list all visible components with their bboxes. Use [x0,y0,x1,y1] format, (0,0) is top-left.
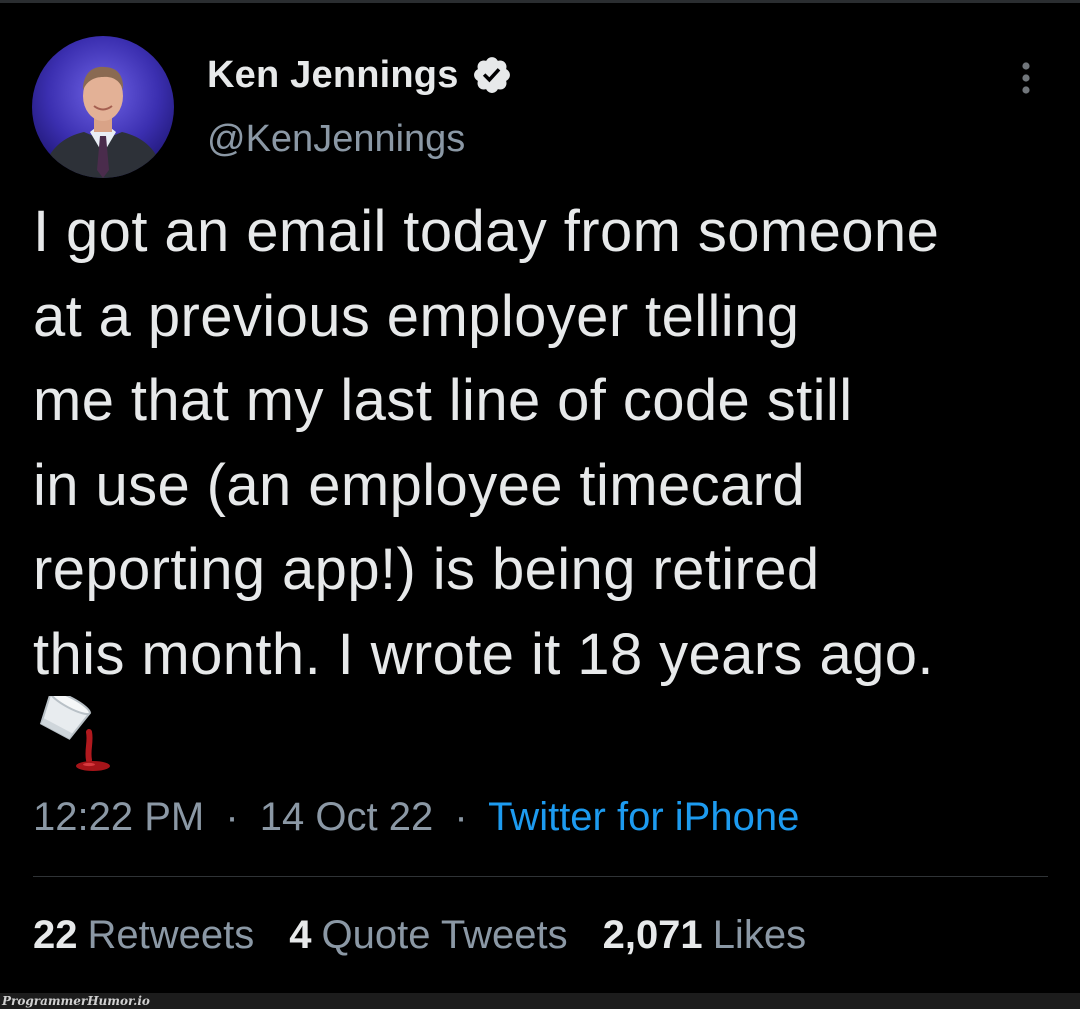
spilled-drink-icon [33,690,113,774]
tweet-text-line: at a previous employer telling [33,283,800,349]
quote-tweets-label: Quote Tweets [321,913,568,957]
watermark-text: ProgrammerHumor.io [2,994,150,1008]
meta-separator: · [454,795,468,839]
tweet-source-link[interactable]: Twitter for iPhone [488,795,799,839]
watermark-bar [0,993,1080,1009]
tweet-text-line: in use (an employee timecard [33,452,806,518]
tweet-time[interactable]: 12:22 PM [33,795,204,839]
quote-tweets-count: 4 [289,913,312,957]
likes-count: 2,071 [602,913,703,957]
more-options-button[interactable] [1006,58,1046,98]
tweet-date[interactable]: 14 Oct 22 [260,795,433,839]
retweets-label: Retweets [87,913,255,957]
tweet-stats: 22 Retweets 4 Quote Tweets 2,071 Likes [33,910,841,960]
likes-label: Likes [712,913,807,957]
quote-tweets-stat[interactable]: 4 Quote Tweets [289,910,567,960]
author-handle[interactable]: @KenJennings [207,118,465,161]
tweet-text-line: I got an email today from someone [33,199,940,264]
stats-divider [33,876,1048,877]
author-name-row[interactable]: Ken Jennings [207,52,513,98]
author-display-name[interactable]: Ken Jennings [207,54,459,97]
retweets-stat[interactable]: 22 Retweets [33,910,254,960]
tweet-text-line: me that my last line of code still [33,368,853,433]
likes-stat[interactable]: 2,071 Likes [603,910,807,960]
tweet-text-line: this month. I wrote it 18 years ago. [33,621,934,687]
avatar-image [32,36,174,178]
verified-badge-icon [471,54,513,96]
tweet-text-line: reporting app!) is being retired [33,537,820,602]
meta-separator: · [225,795,239,839]
tweet-text: I got an email today from someone at a p… [33,190,1063,697]
tweet-meta: 12:22 PM · 14 Oct 22 · Twitter for iPhon… [33,792,799,842]
avatar[interactable] [32,36,174,178]
retweets-count: 22 [33,913,78,957]
more-vertical-icon [1022,62,1030,94]
top-border [0,0,1080,3]
